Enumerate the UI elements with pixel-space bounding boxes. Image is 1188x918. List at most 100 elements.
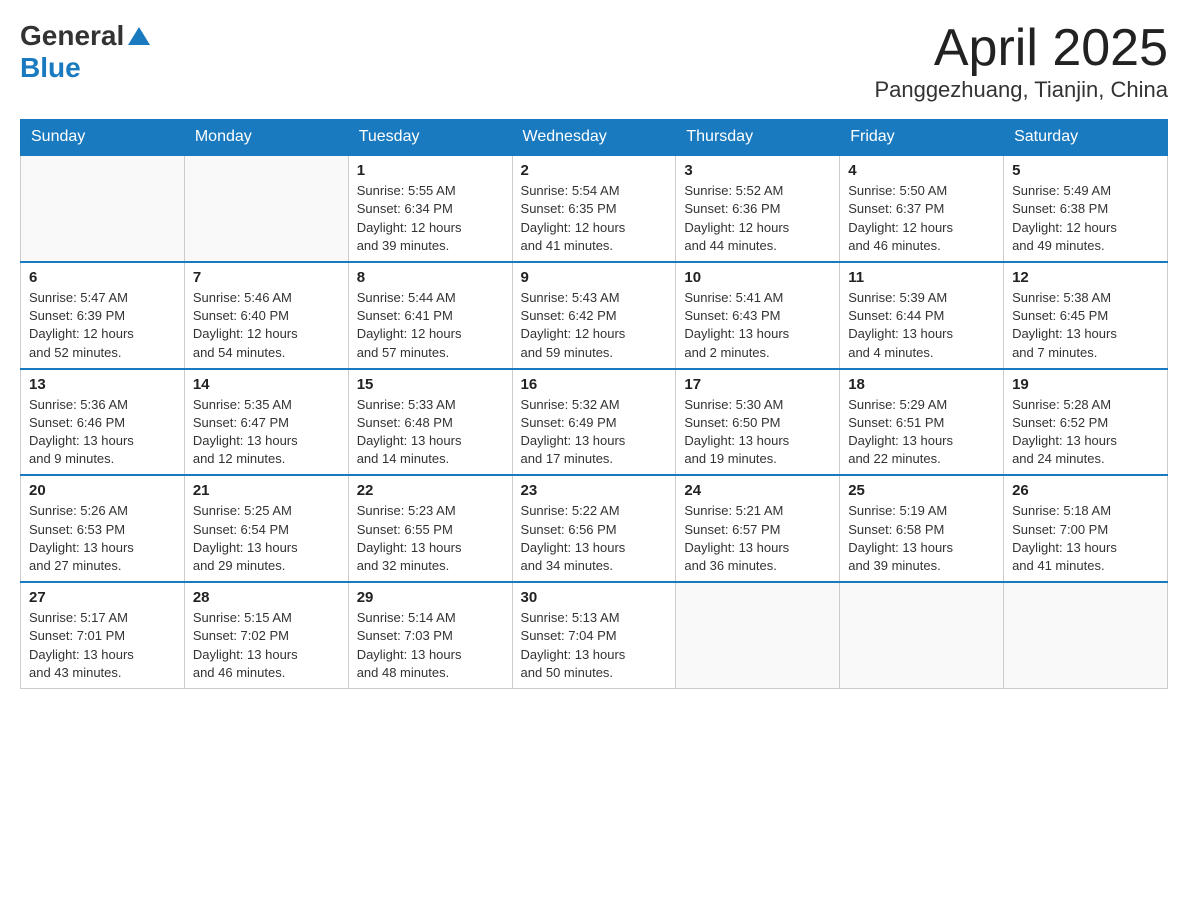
day-info: Sunrise: 5:32 AM Sunset: 6:49 PM Dayligh… [521, 396, 668, 469]
day-info: Sunrise: 5:49 AM Sunset: 6:38 PM Dayligh… [1012, 182, 1159, 255]
calendar-subtitle: Panggezhuang, Tianjin, China [874, 77, 1168, 103]
day-info: Sunrise: 5:39 AM Sunset: 6:44 PM Dayligh… [848, 289, 995, 362]
day-info: Sunrise: 5:50 AM Sunset: 6:37 PM Dayligh… [848, 182, 995, 255]
day-info: Sunrise: 5:23 AM Sunset: 6:55 PM Dayligh… [357, 502, 504, 575]
week-row-3: 13Sunrise: 5:36 AM Sunset: 6:46 PM Dayli… [21, 369, 1168, 476]
weekday-header-tuesday: Tuesday [348, 120, 512, 156]
calendar-cell: 30 Sunrise: 5:13 AM Sunset: 7:04 PM Dayli… [512, 582, 676, 688]
calendar-cell: 1 Sunrise: 5:55 AM Sunset: 6:34 PM Daylig… [348, 155, 512, 262]
day-info: Sunrise: 5:33 AM Sunset: 6:48 PM Dayligh… [357, 396, 504, 469]
calendar-cell: 18 Sunrise: 5:29 AM Sunset: 6:51 PM Dayli… [840, 369, 1004, 476]
day-number: 6 [29, 269, 176, 286]
weekday-header-thursday: Thursday [676, 120, 840, 156]
day-number: 16 [521, 376, 668, 393]
calendar-cell [184, 155, 348, 262]
day-info: Sunrise: 5:52 AM Sunset: 6:36 PM Dayligh… [684, 182, 831, 255]
calendar-cell: 7 Sunrise: 5:46 AM Sunset: 6:40 PM Daylig… [184, 262, 348, 369]
logo: General Blue [20, 20, 150, 84]
calendar-cell: 25 Sunrise: 5:19 AM Sunset: 6:58 PM Dayli… [840, 475, 1004, 582]
day-number: 1 [357, 162, 504, 179]
day-number: 11 [848, 269, 995, 286]
day-info: Sunrise: 5:46 AM Sunset: 6:40 PM Dayligh… [193, 289, 340, 362]
day-number: 26 [1012, 482, 1159, 499]
week-row-5: 27Sunrise: 5:17 AM Sunset: 7:01 PM Dayli… [21, 582, 1168, 688]
calendar-cell: 16 Sunrise: 5:32 AM Sunset: 6:49 PM Dayli… [512, 369, 676, 476]
day-number: 24 [684, 482, 831, 499]
weekday-header-saturday: Saturday [1004, 120, 1168, 156]
day-number: 17 [684, 376, 831, 393]
week-row-1: 1 Sunrise: 5:55 AM Sunset: 6:34 PM Daylig… [21, 155, 1168, 262]
weekday-header-friday: Friday [840, 120, 1004, 156]
day-number: 4 [848, 162, 995, 179]
day-number: 25 [848, 482, 995, 499]
day-info: Sunrise: 5:28 AM Sunset: 6:52 PM Dayligh… [1012, 396, 1159, 469]
day-info: Sunrise: 5:18 AM Sunset: 7:00 PM Dayligh… [1012, 502, 1159, 575]
day-number: 9 [521, 269, 668, 286]
calendar-table: SundayMondayTuesdayWednesdayThursdayFrid… [20, 119, 1168, 689]
calendar-cell: 14Sunrise: 5:35 AM Sunset: 6:47 PM Dayli… [184, 369, 348, 476]
calendar-cell: 27Sunrise: 5:17 AM Sunset: 7:01 PM Dayli… [21, 582, 185, 688]
day-number: 12 [1012, 269, 1159, 286]
day-number: 18 [848, 376, 995, 393]
calendar-cell: 9 Sunrise: 5:43 AM Sunset: 6:42 PM Daylig… [512, 262, 676, 369]
week-row-4: 20Sunrise: 5:26 AM Sunset: 6:53 PM Dayli… [21, 475, 1168, 582]
day-info: Sunrise: 5:21 AM Sunset: 6:57 PM Dayligh… [684, 502, 831, 575]
day-number: 27 [29, 589, 176, 606]
calendar-cell: 22 Sunrise: 5:23 AM Sunset: 6:55 PM Dayli… [348, 475, 512, 582]
day-info: Sunrise: 5:15 AM Sunset: 7:02 PM Dayligh… [193, 609, 340, 682]
day-info: Sunrise: 5:54 AM Sunset: 6:35 PM Dayligh… [521, 182, 668, 255]
day-number: 23 [521, 482, 668, 499]
calendar-cell: 4 Sunrise: 5:50 AM Sunset: 6:37 PM Daylig… [840, 155, 1004, 262]
day-info: Sunrise: 5:29 AM Sunset: 6:51 PM Dayligh… [848, 396, 995, 469]
day-info: Sunrise: 5:44 AM Sunset: 6:41 PM Dayligh… [357, 289, 504, 362]
calendar-cell: 5Sunrise: 5:49 AM Sunset: 6:38 PM Daylig… [1004, 155, 1168, 262]
day-info: Sunrise: 5:47 AM Sunset: 6:39 PM Dayligh… [29, 289, 176, 362]
title-section: April 2025 Panggezhuang, Tianjin, China [874, 20, 1168, 103]
day-info: Sunrise: 5:14 AM Sunset: 7:03 PM Dayligh… [357, 609, 504, 682]
day-info: Sunrise: 5:25 AM Sunset: 6:54 PM Dayligh… [193, 502, 340, 575]
day-info: Sunrise: 5:13 AM Sunset: 7:04 PM Dayligh… [521, 609, 668, 682]
logo-triangle-icon [128, 27, 150, 45]
calendar-cell [840, 582, 1004, 688]
calendar-cell: 6 Sunrise: 5:47 AM Sunset: 6:39 PM Daylig… [21, 262, 185, 369]
day-info: Sunrise: 5:55 AM Sunset: 6:34 PM Dayligh… [357, 182, 504, 255]
day-number: 19 [1012, 376, 1159, 393]
calendar-cell: 11 Sunrise: 5:39 AM Sunset: 6:44 PM Dayli… [840, 262, 1004, 369]
calendar-cell: 28 Sunrise: 5:15 AM Sunset: 7:02 PM Dayli… [184, 582, 348, 688]
day-number: 7 [193, 269, 340, 286]
calendar-cell [21, 155, 185, 262]
weekday-header-monday: Monday [184, 120, 348, 156]
calendar-cell: 12 Sunrise: 5:38 AM Sunset: 6:45 PM Dayli… [1004, 262, 1168, 369]
logo-blue-text: Blue [20, 52, 150, 84]
day-number: 22 [357, 482, 504, 499]
day-number: 30 [521, 589, 668, 606]
day-info: Sunrise: 5:35 AM Sunset: 6:47 PM Dayligh… [193, 396, 340, 469]
day-info: Sunrise: 5:43 AM Sunset: 6:42 PM Dayligh… [521, 289, 668, 362]
day-number: 28 [193, 589, 340, 606]
calendar-cell: 3Sunrise: 5:52 AM Sunset: 6:36 PM Daylig… [676, 155, 840, 262]
day-number: 10 [684, 269, 831, 286]
calendar-cell: 13Sunrise: 5:36 AM Sunset: 6:46 PM Dayli… [21, 369, 185, 476]
weekday-header-sunday: Sunday [21, 120, 185, 156]
day-number: 8 [357, 269, 504, 286]
day-info: Sunrise: 5:38 AM Sunset: 6:45 PM Dayligh… [1012, 289, 1159, 362]
day-info: Sunrise: 5:22 AM Sunset: 6:56 PM Dayligh… [521, 502, 668, 575]
calendar-cell [1004, 582, 1168, 688]
weekday-header-row: SundayMondayTuesdayWednesdayThursdayFrid… [21, 120, 1168, 156]
calendar-cell: 2 Sunrise: 5:54 AM Sunset: 6:35 PM Daylig… [512, 155, 676, 262]
day-number: 21 [193, 482, 340, 499]
weekday-header-wednesday: Wednesday [512, 120, 676, 156]
calendar-cell: 24 Sunrise: 5:21 AM Sunset: 6:57 PM Dayli… [676, 475, 840, 582]
day-info: Sunrise: 5:19 AM Sunset: 6:58 PM Dayligh… [848, 502, 995, 575]
day-number: 15 [357, 376, 504, 393]
calendar-cell: 20Sunrise: 5:26 AM Sunset: 6:53 PM Dayli… [21, 475, 185, 582]
calendar-cell: 29Sunrise: 5:14 AM Sunset: 7:03 PM Dayli… [348, 582, 512, 688]
calendar-cell: 23 Sunrise: 5:22 AM Sunset: 6:56 PM Dayli… [512, 475, 676, 582]
calendar-cell: 8 Sunrise: 5:44 AM Sunset: 6:41 PM Daylig… [348, 262, 512, 369]
calendar-cell: 21 Sunrise: 5:25 AM Sunset: 6:54 PM Dayli… [184, 475, 348, 582]
day-info: Sunrise: 5:26 AM Sunset: 6:53 PM Dayligh… [29, 502, 176, 575]
day-number: 2 [521, 162, 668, 179]
calendar-cell: 26 Sunrise: 5:18 AM Sunset: 7:00 PM Dayli… [1004, 475, 1168, 582]
week-row-2: 6 Sunrise: 5:47 AM Sunset: 6:39 PM Daylig… [21, 262, 1168, 369]
day-info: Sunrise: 5:41 AM Sunset: 6:43 PM Dayligh… [684, 289, 831, 362]
